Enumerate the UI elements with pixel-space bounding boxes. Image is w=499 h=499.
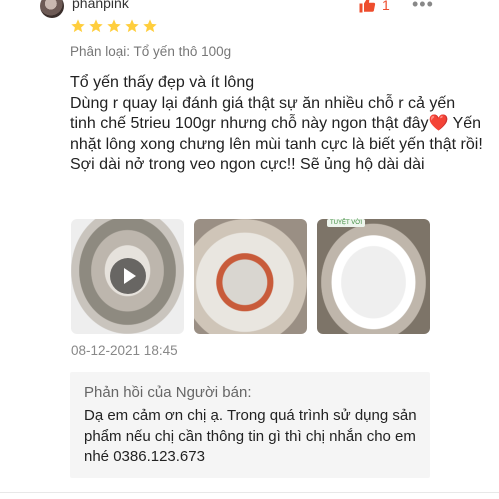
rating-stars [70,18,158,34]
review-line-1: Tổ yến thấy đẹp và ít lông [70,74,255,91]
star-icon [107,19,121,33]
review-line-2: Dùng r quay lại đánh giá thật sự ăn nhiề… [70,94,456,133]
star-icon [71,19,85,33]
star-icon [89,19,103,33]
review-timestamp: 08-12-2021 18:45 [71,343,178,358]
seller-reply-title: Phản hồi của Người bán: [84,384,252,401]
like-button[interactable]: 1 [358,0,390,14]
more-dots-icon[interactable]: ••• [412,0,434,15]
review-photo-3[interactable] [317,219,430,334]
review-photo-2[interactable] [194,219,307,334]
star-icon [125,19,139,33]
review-text: Tổ yến thấy đẹp và ít lông Dùng r quay l… [70,73,485,176]
variant-label: Phân loại: Tổ yến thô 100g [70,44,232,59]
divider [0,492,499,493]
seller-reply-box: Phản hồi của Người bán: Dạ em cảm ơn chị… [70,372,430,478]
play-icon[interactable] [110,258,146,294]
seller-reply-text: Dạ em cảm ơn chị ạ. Trong quá trình sử d… [84,407,417,465]
thumbs-up-icon [359,0,376,13]
heart-icon: ❤️ [428,115,449,132]
photo-badge: TUYỆT VỜI [327,219,366,227]
like-count: 1 [382,0,390,13]
star-icon [143,19,157,33]
avatar[interactable] [40,0,64,18]
username[interactable]: phanpink [72,0,129,11]
